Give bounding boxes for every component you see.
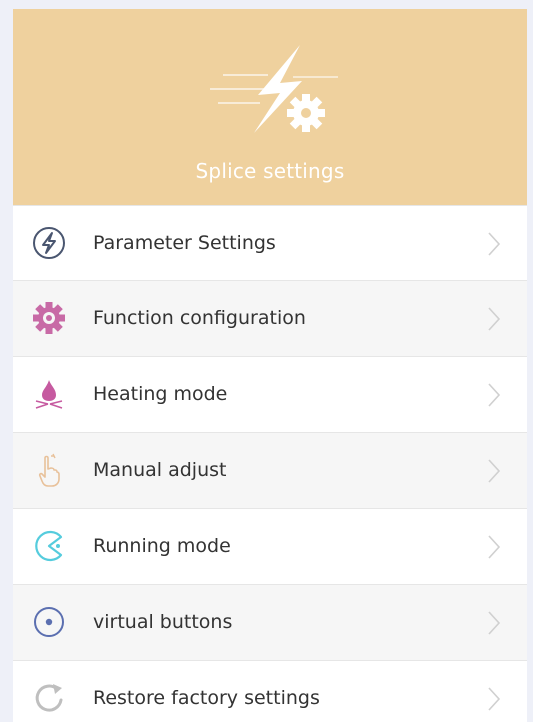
menu-item-manual-adjust[interactable]: Manual adjust bbox=[13, 433, 527, 509]
chevron-right-icon bbox=[488, 535, 501, 559]
lightning-circle-icon bbox=[33, 227, 65, 259]
hand-pointer-icon bbox=[38, 453, 60, 487]
menu-item-label: Restore factory settings bbox=[93, 687, 320, 709]
chevron-right-icon bbox=[488, 687, 501, 711]
flame-icon bbox=[35, 380, 63, 409]
chevron-right-icon bbox=[488, 611, 501, 635]
menu-item-label: Heating mode bbox=[93, 383, 228, 405]
menu-item-running-mode[interactable]: Running mode bbox=[13, 509, 527, 585]
gear-icon bbox=[33, 302, 65, 334]
menu-item-label: virtual buttons bbox=[93, 611, 233, 633]
menu-item-parameter-settings[interactable]: Parameter Settings bbox=[13, 205, 527, 281]
menu-item-restore-factory-settings[interactable]: Restore factory settings bbox=[13, 661, 527, 722]
menu-item-heating-mode[interactable]: Heating mode bbox=[13, 357, 527, 433]
chevron-right-icon bbox=[488, 383, 501, 407]
menu-item-label: Function configuration bbox=[93, 307, 306, 329]
menu-item-label: Running mode bbox=[93, 535, 231, 557]
menu-item-label: Manual adjust bbox=[93, 459, 227, 481]
settings-menu: Parameter Settings Function configuratio… bbox=[13, 205, 527, 722]
menu-item-label: Parameter Settings bbox=[93, 232, 276, 254]
lightning-gear-icon bbox=[210, 45, 338, 133]
menu-item-virtual-buttons[interactable]: virtual buttons bbox=[13, 585, 527, 661]
pacman-icon bbox=[35, 530, 63, 562]
menu-item-function-configuration[interactable]: Function configuration bbox=[13, 281, 527, 357]
radio-button-icon bbox=[34, 607, 64, 637]
chevron-right-icon bbox=[488, 459, 501, 483]
header: Splice settings bbox=[13, 9, 527, 205]
splice-settings-panel: Splice settings Parameter Settings Funct… bbox=[13, 9, 527, 722]
chevron-right-icon bbox=[488, 232, 501, 256]
refresh-icon bbox=[35, 684, 63, 712]
chevron-right-icon bbox=[488, 307, 501, 331]
page-title: Splice settings bbox=[195, 159, 345, 183]
